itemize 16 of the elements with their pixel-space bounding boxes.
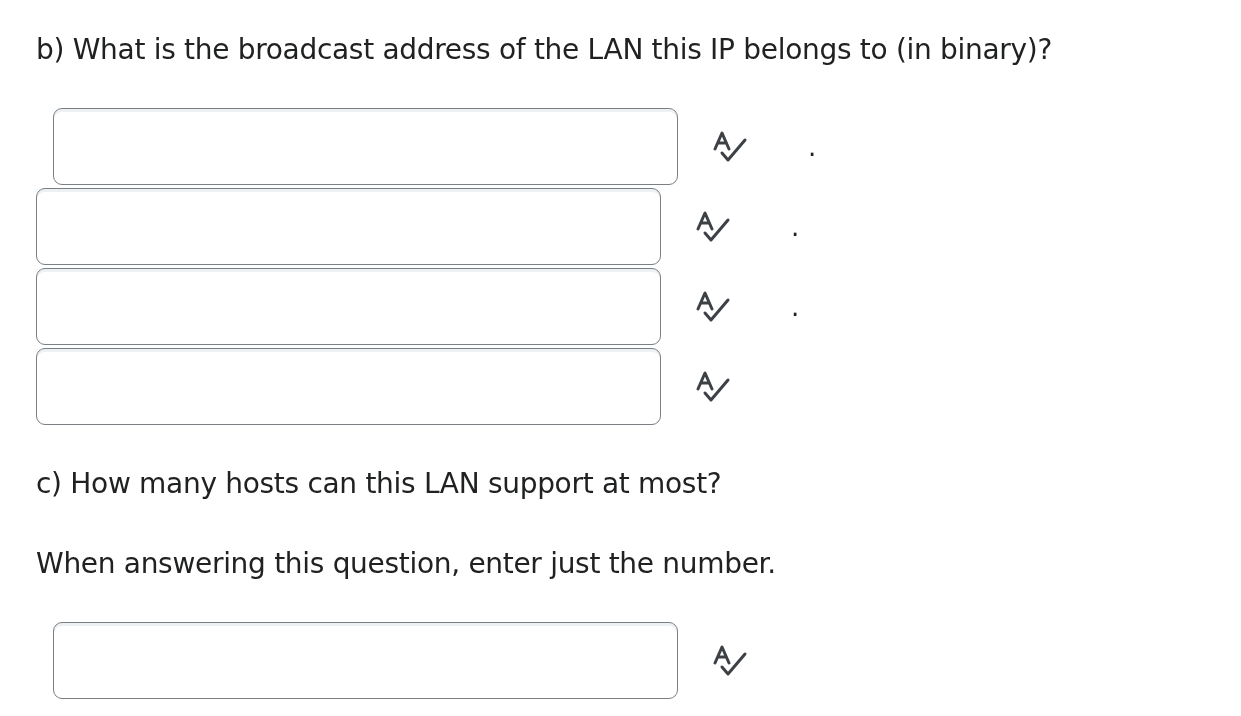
spellcheck-icon[interactable] (695, 370, 731, 403)
answer-field[interactable] (53, 622, 678, 699)
question-text: c) How many hosts can this LAN support at most? (36, 466, 723, 502)
spellcheck-icon[interactable] (695, 290, 731, 323)
spellcheck-icon[interactable] (712, 130, 748, 163)
answer-field[interactable] (36, 268, 661, 345)
answer-field[interactable] (53, 108, 678, 185)
spellcheck-icon[interactable] (695, 210, 731, 243)
separator-dot: . (791, 291, 800, 322)
question-text: b) What is the broadcast address of the LAN this IP belongs to (in binary)? (36, 32, 1053, 68)
separator-dot: . (791, 211, 800, 242)
instruction-text: When answering this question, enter just the number. (36, 546, 777, 582)
separator-dot: . (808, 131, 817, 162)
spellcheck-icon[interactable] (712, 644, 748, 677)
answer-field[interactable] (36, 188, 661, 265)
answer-field[interactable] (36, 348, 661, 425)
